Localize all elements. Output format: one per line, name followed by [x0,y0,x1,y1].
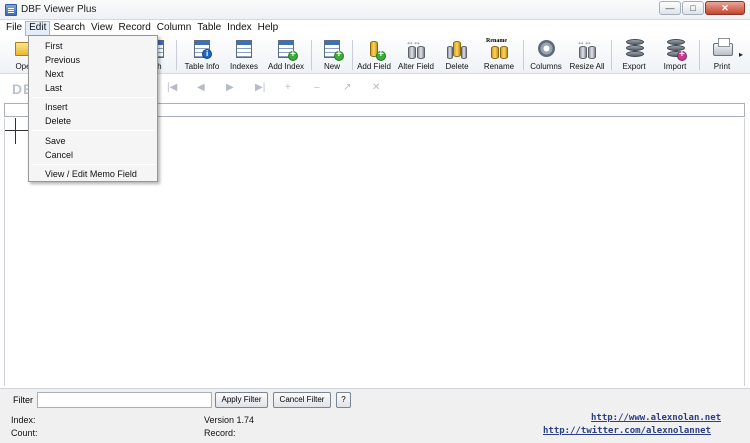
grid-corner-cell [5,118,29,144]
edit-menu-dropdown: First Previous Next Last Insert Delete S… [28,35,158,182]
edit-record-icon[interactable]: ↗ [343,82,351,93]
menu-separator [32,164,155,165]
filter-input[interactable] [37,392,212,408]
add-index-icon [276,38,298,61]
last-record-icon[interactable]: ▶| [255,82,265,93]
delete-field-icon [447,38,467,60]
window-controls: — □ ✕ [659,1,745,15]
toolbar-separator [311,40,312,70]
add-index-button[interactable]: Add Index [266,37,306,73]
menu-item-last[interactable]: Last [45,83,62,93]
menu-item-view-edit-memo[interactable]: View / Edit Memo Field [45,169,137,179]
minimize-button[interactable]: — [659,1,681,15]
add-field-icon [364,38,386,61]
menu-column[interactable]: Column [154,21,194,36]
menu-table[interactable]: Table [194,21,224,36]
twitter-link[interactable]: http://twitter.com/alexnolannet [543,426,711,436]
menu-search[interactable]: Search [50,21,88,36]
close-button[interactable]: ✕ [705,1,745,15]
rename-field-button[interactable]: Rename Rename [481,37,517,73]
menu-bar: File Edit Search View Record Column Tabl… [0,21,750,36]
export-button[interactable]: Export [619,37,649,73]
menu-item-cancel[interactable]: Cancel [45,150,73,160]
toolbar-separator [611,40,612,70]
delete-record-icon[interactable]: – [314,82,320,93]
toolbar-separator [699,40,700,70]
index-label: Index: [11,415,36,425]
menu-help[interactable]: Help [255,21,282,36]
app-icon [5,4,17,16]
menu-record[interactable]: Record [116,21,154,36]
columns-button[interactable]: Columns [529,37,563,73]
filter-bar: Filter Apply Filter Cancel Filter ? [0,388,750,410]
print-button[interactable]: Print [708,37,736,73]
cancel-edit-icon[interactable]: ✕ [372,82,380,93]
record-label: Record: [204,428,236,438]
window-title: DBF Viewer Plus [21,4,97,15]
insert-record-icon[interactable]: + [285,82,291,93]
menu-view[interactable]: View [88,21,116,36]
menu-item-insert[interactable]: Insert [45,102,68,112]
new-button[interactable]: New [318,37,346,73]
version-text: Version 1.74 [204,415,255,425]
toolbar-overflow-icon[interactable]: ▸ [739,50,743,59]
alter-field-button[interactable]: ⇔⇔ Alter Field [396,37,436,73]
columns-gear-icon [536,38,556,60]
status-area: Index: Count: Version 1.74 Record: http:… [0,410,750,443]
menu-separator [32,97,155,98]
menu-file[interactable]: File [0,21,25,36]
new-record-icon [322,38,344,61]
toolbar-separator [176,40,177,70]
menu-item-first[interactable]: First [45,41,63,51]
toolbar-separator [523,40,524,70]
apply-filter-button[interactable]: Apply Filter [215,392,268,408]
alter-field-icon: ⇔⇔ [406,38,426,60]
resize-all-icon: ⇔⇔ [577,38,597,60]
indexes-icon [234,38,254,60]
import-button[interactable]: Import [660,37,690,73]
add-field-button[interactable]: Add Field [356,37,392,73]
import-icon [665,38,687,61]
menu-item-previous[interactable]: Previous [45,55,80,65]
printer-icon [712,38,733,60]
menu-edit[interactable]: Edit [25,21,51,36]
delete-field-button[interactable]: Delete [440,37,474,73]
menu-separator [32,130,155,131]
next-record-icon[interactable]: ▶ [226,82,234,93]
resize-all-button[interactable]: ⇔⇔ Resize All [568,37,606,73]
table-info-button[interactable]: Table Info [182,37,222,73]
count-label: Count: [11,428,38,438]
table-info-icon [192,38,212,60]
previous-record-icon[interactable]: ◀ [197,82,205,93]
menu-item-next[interactable]: Next [45,69,64,79]
title-bar: DBF Viewer Plus — □ ✕ [0,0,750,20]
first-record-icon[interactable]: |◀ [167,82,177,93]
indexes-button[interactable]: Indexes [226,37,262,73]
website-link[interactable]: http://www.alexnolan.net [591,413,721,423]
menu-item-save[interactable]: Save [45,136,66,146]
menu-index[interactable]: Index [224,21,254,36]
rename-field-icon: Rename [486,38,509,60]
toolbar-separator [352,40,353,70]
filter-help-button[interactable]: ? [336,392,351,408]
cancel-filter-button[interactable]: Cancel Filter [273,392,331,408]
maximize-button[interactable]: □ [682,1,704,15]
export-icon [624,38,644,60]
filter-label: Filter [13,395,33,405]
menu-item-delete[interactable]: Delete [45,116,71,126]
